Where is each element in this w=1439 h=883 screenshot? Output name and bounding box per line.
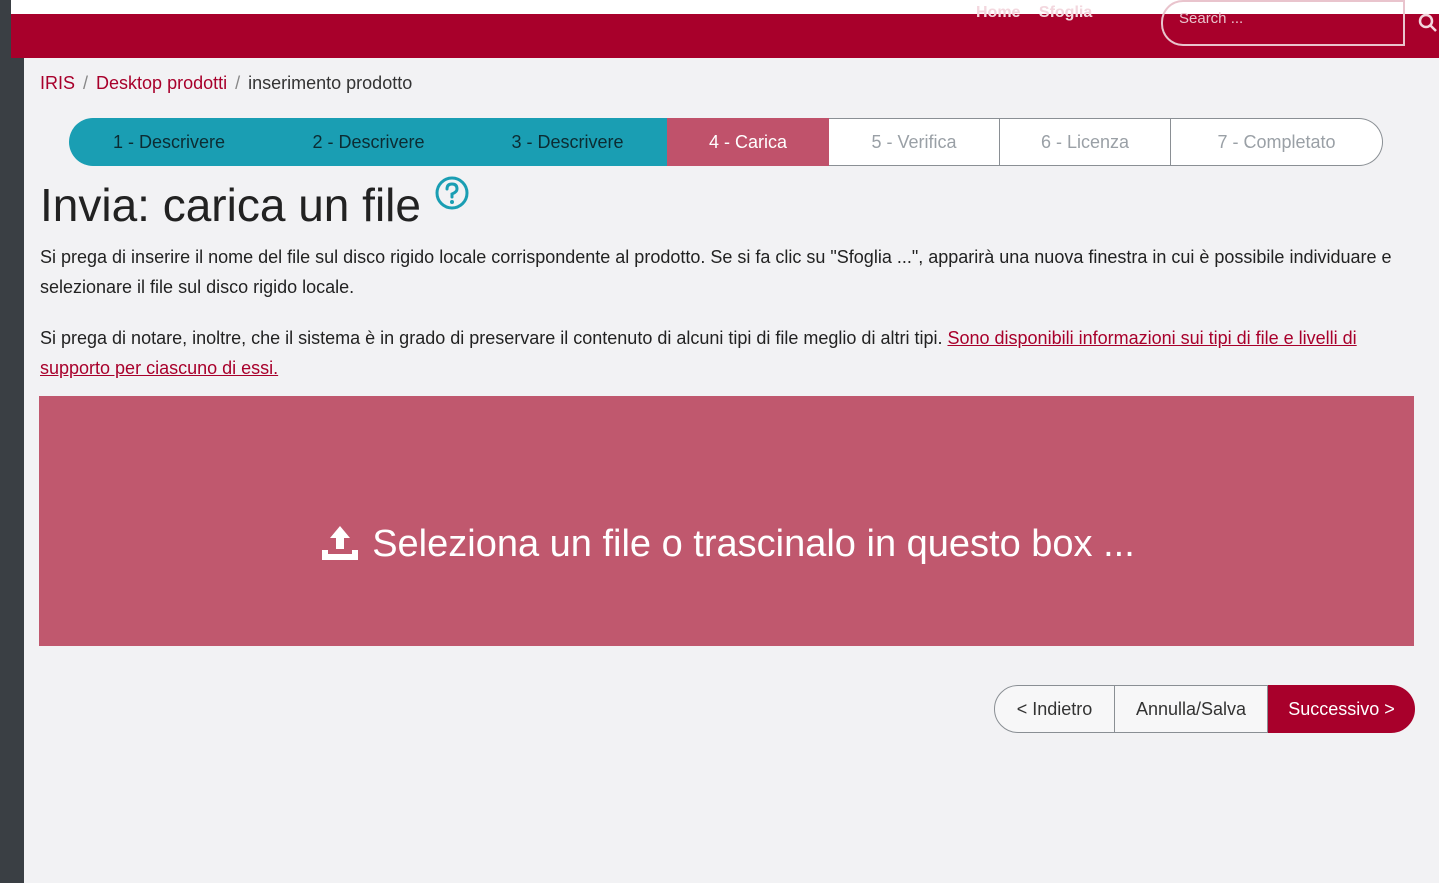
- step-6-licenza: 6 - Licenza: [1000, 118, 1171, 166]
- breadcrumb-link-iris[interactable]: IRIS: [40, 73, 75, 93]
- step-7-completato: 7 - Completato: [1171, 118, 1383, 166]
- search-button[interactable]: [1403, 0, 1439, 46]
- breadcrumb-link-desktop-prodotti[interactable]: Desktop prodotti: [96, 73, 227, 93]
- question-circle-icon[interactable]: [435, 176, 469, 210]
- file-support-text: Si prega di notare, inoltre, che il sist…: [40, 328, 943, 348]
- breadcrumb: IRIS / Desktop prodotti / inserimento prodot…: [40, 73, 412, 94]
- breadcrumb-current: inserimento prodotto: [248, 73, 413, 93]
- search-box: [1161, 0, 1403, 46]
- nav-link-browse[interactable]: Sfoglia: [1039, 4, 1092, 21]
- page-title-text: Invia: carica un file: [40, 179, 421, 231]
- submission-steps: 1 - Descrivere 2 - Descrivere 3 - Descri…: [69, 118, 1383, 166]
- back-button[interactable]: < Indietro: [994, 685, 1115, 733]
- left-edge-bar: [0, 0, 24, 883]
- step-5-verifica: 5 - Verifica: [829, 118, 1000, 166]
- page-title: Invia: carica un file: [40, 176, 469, 232]
- search-icon: [1418, 13, 1437, 32]
- top-navbar: Home Sfoglia: [11, 0, 1439, 58]
- upload-icon: [322, 526, 359, 560]
- file-support-paragraph: Si prega di notare, inoltre, che il sist…: [40, 323, 1420, 383]
- top-nav-links: Home Sfoglia: [976, 4, 1106, 22]
- step-4-carica[interactable]: 4 - Carica: [667, 118, 829, 166]
- breadcrumb-separator: /: [235, 73, 241, 93]
- nav-link-home[interactable]: Home: [976, 4, 1020, 21]
- navigation-buttons: < Indietro Annulla/Salva Successivo >: [994, 685, 1415, 733]
- main-content: IRIS / Desktop prodotti / inserimento prodot…: [24, 58, 1439, 883]
- instructions-paragraph: Si prega di inserire il nome del file su…: [40, 247, 1392, 297]
- cancel-save-button[interactable]: Annulla/Salva: [1115, 685, 1268, 733]
- step-2-descrivere[interactable]: 2 - Descrivere: [269, 118, 468, 166]
- step-3-descrivere[interactable]: 3 - Descrivere: [468, 118, 667, 166]
- breadcrumb-separator: /: [83, 73, 89, 93]
- dropzone-label: Seleziona un file o trascinalo in questo…: [372, 522, 1135, 565]
- file-dropzone[interactable]: Seleziona un file o trascinalo in questo…: [39, 396, 1414, 646]
- step-1-descrivere[interactable]: 1 - Descrivere: [69, 118, 269, 166]
- dropzone-prompt: Seleziona un file o trascinalo in questo…: [318, 442, 1135, 646]
- next-button[interactable]: Successivo >: [1268, 685, 1415, 733]
- search-input[interactable]: [1177, 2, 1381, 34]
